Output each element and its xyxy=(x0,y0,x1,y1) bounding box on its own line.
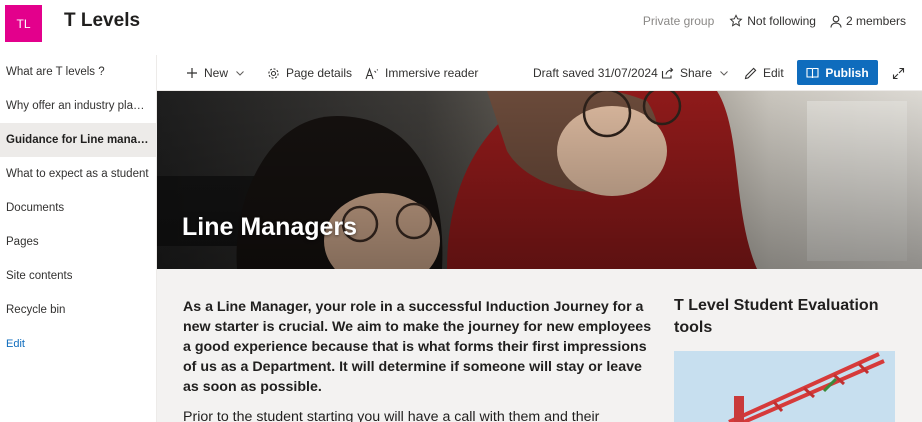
side-section-title: T Level Student Evaluation tools xyxy=(674,297,879,336)
edit-label: Edit xyxy=(763,66,784,80)
page-details-button[interactable]: Page details xyxy=(267,55,352,91)
site-header: TL T Levels Private group Not following … xyxy=(0,0,922,52)
publish-label: Publish xyxy=(825,65,869,80)
gear-icon xyxy=(268,67,279,79)
expand-icon xyxy=(892,67,905,79)
publish-button[interactable]: Publish xyxy=(797,60,878,85)
immersive-reader-icon xyxy=(365,66,379,79)
site-title[interactable]: T Levels xyxy=(64,10,140,32)
second-paragraph: Prior to the student starting you will h… xyxy=(183,409,600,422)
members-button[interactable]: 2 members xyxy=(830,14,906,28)
nav-item-recycle-bin[interactable]: Recycle bin xyxy=(0,293,156,327)
immersive-reader-label: Immersive reader xyxy=(385,66,479,80)
chevron-down-icon xyxy=(236,70,244,76)
left-navigation: What are T levels ? Why offer an industr… xyxy=(0,55,157,422)
nav-item-pages[interactable]: Pages xyxy=(0,225,156,259)
page-details-label: Page details xyxy=(286,66,353,80)
nav-item-guidance-line-managers[interactable]: Guidance for Line managers xyxy=(0,123,156,157)
draft-saved-status: Draft saved 31/07/2024 xyxy=(533,66,658,80)
share-label: Share xyxy=(680,66,713,80)
follow-label: Not following xyxy=(747,14,816,28)
site-logo[interactable]: TL xyxy=(5,5,42,42)
hero-image xyxy=(157,91,922,269)
pencil-icon xyxy=(744,67,757,79)
nav-edit-link[interactable]: Edit xyxy=(0,327,156,361)
page-title: Line Managers xyxy=(182,213,358,241)
edit-button[interactable]: Edit xyxy=(744,55,784,91)
new-button[interactable]: New xyxy=(186,55,250,91)
plus-icon xyxy=(187,68,197,78)
hero-banner: Line Managers xyxy=(157,91,922,269)
share-icon xyxy=(661,67,674,79)
immersive-reader-button[interactable]: Immersive reader xyxy=(365,55,478,91)
command-bar: New Page details Immersive reader Draft … xyxy=(157,55,922,91)
intro-paragraph: As a Line Manager, your role in a succes… xyxy=(183,299,652,395)
book-icon xyxy=(806,67,819,78)
nav-item-why-offer-placement[interactable]: Why offer an industry placement? xyxy=(0,89,156,123)
header-actions: Private group Not following 2 members xyxy=(643,14,906,28)
members-label: 2 members xyxy=(845,14,906,28)
nav-item-what-are-t-levels[interactable]: What are T levels ? xyxy=(0,55,156,89)
evaluation-tools-image[interactable] xyxy=(674,351,895,422)
chevron-down-icon xyxy=(720,70,728,76)
ladder-image xyxy=(674,351,895,422)
nav-item-documents[interactable]: Documents xyxy=(0,191,156,225)
share-button[interactable]: Share xyxy=(661,55,734,91)
privacy-label: Private group xyxy=(642,14,715,28)
site-logo-initials: TL xyxy=(16,16,31,31)
person-icon xyxy=(830,15,842,28)
new-label: New xyxy=(204,66,229,80)
nav-item-site-contents[interactable]: Site contents xyxy=(0,259,156,293)
follow-button[interactable]: Not following xyxy=(729,14,816,28)
expand-button[interactable] xyxy=(892,55,911,91)
star-icon xyxy=(729,14,743,27)
page-content: As a Line Manager, your role in a succes… xyxy=(157,269,922,422)
nav-item-what-to-expect[interactable]: What to expect as a student xyxy=(0,157,156,191)
